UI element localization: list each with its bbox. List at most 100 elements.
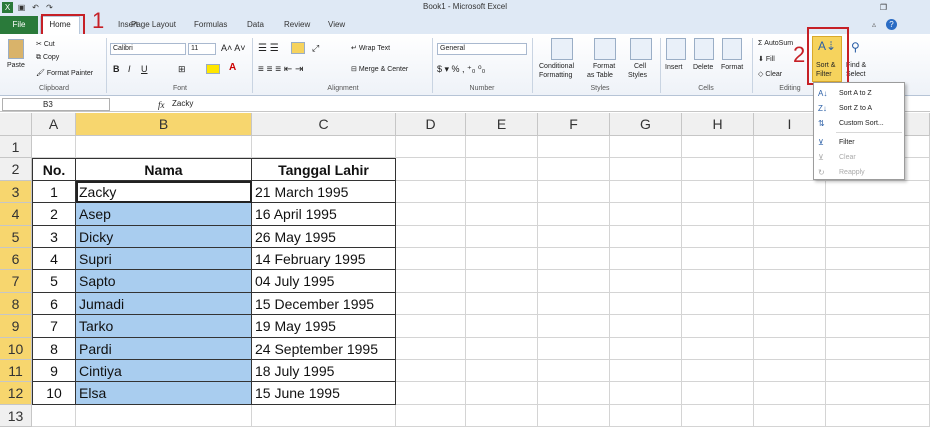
column-header-h[interactable]: H bbox=[682, 113, 754, 136]
row-header-3[interactable]: 3 bbox=[0, 180, 32, 204]
cell[interactable] bbox=[538, 136, 610, 159]
table-cell[interactable]: 10 bbox=[32, 382, 76, 405]
active-cell[interactable]: Zacky bbox=[76, 180, 252, 204]
table-cell[interactable]: 2 bbox=[32, 203, 76, 226]
restore-icon[interactable]: ❐ bbox=[878, 2, 889, 13]
cell[interactable] bbox=[610, 203, 682, 226]
fill-button[interactable]: ⬇ Fill bbox=[758, 55, 775, 63]
cell[interactable] bbox=[682, 203, 754, 226]
select-all-corner[interactable] bbox=[0, 113, 32, 136]
cell[interactable] bbox=[396, 360, 466, 383]
cell[interactable] bbox=[396, 337, 466, 360]
cell[interactable] bbox=[754, 382, 826, 405]
tab-data[interactable]: Data bbox=[247, 19, 264, 31]
cell[interactable] bbox=[32, 404, 76, 427]
cell[interactable] bbox=[610, 270, 682, 293]
align-left-icon[interactable]: ≡ ≡ ≡ ⇤ ⇥ bbox=[258, 64, 303, 75]
align-bottom-icon[interactable] bbox=[291, 42, 305, 54]
cell[interactable] bbox=[610, 180, 682, 204]
cell[interactable] bbox=[610, 382, 682, 405]
table-cell[interactable]: Cintiya bbox=[76, 360, 252, 383]
copy-button[interactable]: ⧉ Copy bbox=[36, 54, 59, 62]
clear-button[interactable]: ◇ Clear bbox=[758, 70, 782, 78]
cell[interactable] bbox=[682, 315, 754, 338]
table-cell[interactable]: 21 March 1995 bbox=[252, 180, 396, 204]
font-color-icon[interactable]: A bbox=[229, 62, 236, 73]
cell[interactable] bbox=[682, 382, 754, 405]
orientation-icon[interactable]: ⤢ bbox=[312, 43, 319, 54]
table-cell[interactable]: 9 bbox=[32, 360, 76, 383]
cell[interactable] bbox=[396, 404, 466, 427]
format-cells-icon[interactable] bbox=[722, 38, 742, 60]
cell[interactable] bbox=[538, 315, 610, 338]
cell[interactable] bbox=[538, 203, 610, 226]
grow-font-icon[interactable]: A˄ A˅ bbox=[221, 43, 246, 53]
table-cell[interactable]: Supri bbox=[76, 248, 252, 271]
row-header-2[interactable]: 2 bbox=[0, 158, 32, 181]
row-header-11[interactable]: 11 bbox=[0, 360, 32, 383]
row-header-9[interactable]: 9 bbox=[0, 315, 32, 338]
number-format-select[interactable]: General bbox=[437, 43, 527, 55]
table-cell[interactable]: Dicky bbox=[76, 225, 252, 248]
cell[interactable] bbox=[466, 292, 538, 316]
cell[interactable] bbox=[682, 248, 754, 271]
column-header-e[interactable]: E bbox=[466, 113, 538, 136]
cell[interactable] bbox=[466, 360, 538, 383]
cell[interactable] bbox=[252, 404, 396, 427]
bold-button[interactable]: B bbox=[113, 64, 120, 74]
cell[interactable] bbox=[466, 270, 538, 293]
name-box[interactable]: B3 bbox=[2, 98, 110, 111]
cell[interactable] bbox=[32, 136, 76, 159]
table-cell[interactable]: 14 February 1995 bbox=[252, 248, 396, 271]
cell[interactable] bbox=[754, 315, 826, 338]
cell[interactable] bbox=[682, 136, 754, 159]
cell[interactable] bbox=[466, 158, 538, 181]
cell[interactable] bbox=[396, 248, 466, 271]
table-cell[interactable]: 6 bbox=[32, 292, 76, 316]
cell[interactable] bbox=[538, 158, 610, 181]
format-painter-button[interactable]: 🖌 Format Painter bbox=[36, 69, 93, 77]
table-cell[interactable]: 16 April 1995 bbox=[252, 203, 396, 226]
cell-styles-icon[interactable] bbox=[630, 38, 652, 60]
fill-color-icon[interactable] bbox=[206, 64, 220, 74]
cell[interactable] bbox=[754, 292, 826, 316]
menu-item-sort-z-to-a[interactable]: Z↓ Sort Z to A bbox=[814, 101, 904, 116]
table-cell[interactable]: 18 July 1995 bbox=[252, 360, 396, 383]
cell[interactable] bbox=[466, 180, 538, 204]
cell[interactable] bbox=[538, 292, 610, 316]
row-header-5[interactable]: 5 bbox=[0, 225, 32, 248]
cell[interactable] bbox=[610, 292, 682, 316]
table-cell[interactable]: 5 bbox=[32, 270, 76, 293]
cell[interactable] bbox=[826, 292, 930, 316]
row-header-4[interactable]: 4 bbox=[0, 203, 32, 226]
row-header-10[interactable]: 10 bbox=[0, 337, 32, 360]
cell[interactable] bbox=[466, 136, 538, 159]
cell[interactable] bbox=[682, 225, 754, 248]
cell[interactable] bbox=[466, 337, 538, 360]
wrap-text-button[interactable]: ↵ Wrap Text bbox=[351, 44, 390, 52]
cell[interactable] bbox=[826, 203, 930, 226]
row-header-1[interactable]: 1 bbox=[0, 136, 32, 159]
binoculars-icon[interactable]: ⚲ bbox=[851, 40, 860, 54]
tab-formulas[interactable]: Formulas bbox=[194, 19, 227, 31]
table-cell[interactable]: 24 September 1995 bbox=[252, 337, 396, 360]
conditional-formatting-button[interactable]: Conditional bbox=[539, 63, 574, 70]
underline-button[interactable]: U bbox=[141, 64, 148, 74]
cell[interactable] bbox=[538, 225, 610, 248]
table-cell[interactable]: 8 bbox=[32, 337, 76, 360]
cell[interactable] bbox=[252, 136, 396, 159]
cell[interactable] bbox=[610, 158, 682, 181]
cell[interactable] bbox=[466, 404, 538, 427]
cell[interactable] bbox=[826, 180, 930, 204]
table-header-cell[interactable]: Nama bbox=[76, 158, 252, 181]
find-select-button[interactable]: Find & bbox=[846, 62, 866, 69]
delete-cells-icon[interactable] bbox=[694, 38, 714, 60]
cell[interactable] bbox=[826, 248, 930, 271]
tab-file[interactable]: File bbox=[0, 16, 38, 34]
cell[interactable] bbox=[466, 203, 538, 226]
cell[interactable] bbox=[826, 315, 930, 338]
column-header-a[interactable]: A bbox=[32, 113, 76, 136]
cell[interactable] bbox=[610, 315, 682, 338]
border-icon[interactable]: ⊞ bbox=[178, 64, 186, 75]
insert-cells-button[interactable]: Insert bbox=[665, 64, 683, 71]
